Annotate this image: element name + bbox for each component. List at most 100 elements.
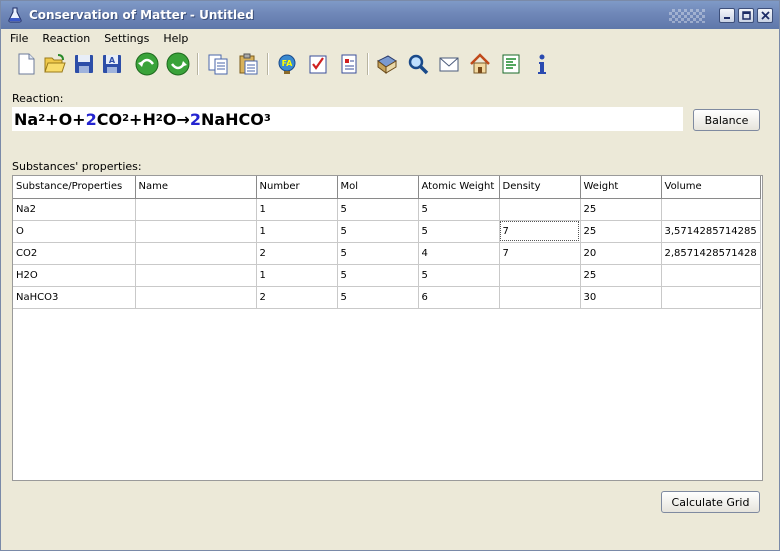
table-row: O 1 5 5 7 25 3,5714285714285 bbox=[13, 220, 761, 243]
undo-icon[interactable] bbox=[134, 51, 160, 77]
calculate-grid-button[interactable]: Calculate Grid bbox=[661, 491, 760, 513]
table-cell[interactable]: 5 bbox=[418, 264, 500, 287]
toolbar-separator bbox=[367, 53, 369, 75]
substances-grid[interactable]: Substance/Properties Name Number Mol Atomic … bbox=[12, 175, 763, 481]
column-header[interactable]: Name bbox=[135, 176, 257, 199]
reaction-equation-field[interactable]: Na 2 +O+ 2 CO 2 +H 2 O → 2 NaHCO 3 bbox=[12, 107, 683, 131]
column-header[interactable]: Substance/Properties bbox=[13, 176, 136, 199]
table-cell[interactable]: Na2 bbox=[13, 198, 136, 221]
formula-text: Na bbox=[14, 109, 39, 129]
paste-icon[interactable] bbox=[235, 51, 261, 77]
table-cell[interactable] bbox=[499, 264, 581, 287]
table-cell[interactable]: 7 bbox=[499, 220, 581, 243]
table-cell[interactable]: 2,8571428571428 bbox=[661, 242, 761, 265]
table-cell[interactable]: 6 bbox=[418, 286, 500, 309]
notes-icon[interactable] bbox=[498, 51, 524, 77]
minimize-button[interactable] bbox=[719, 8, 735, 23]
home-icon[interactable] bbox=[467, 51, 493, 77]
column-header[interactable]: Mol bbox=[337, 176, 419, 199]
column-header[interactable]: Number bbox=[256, 176, 338, 199]
table-cell[interactable]: 20 bbox=[580, 242, 662, 265]
search-icon[interactable] bbox=[405, 51, 431, 77]
save-icon[interactable] bbox=[71, 51, 97, 77]
properties-table: Substance/Properties Name Number Mol Atomic … bbox=[13, 176, 761, 309]
checklist-icon[interactable] bbox=[305, 51, 331, 77]
table-cell[interactable] bbox=[135, 242, 257, 265]
close-button[interactable] bbox=[757, 8, 773, 23]
minimize-icon bbox=[724, 16, 730, 19]
new-file-icon[interactable] bbox=[13, 51, 39, 77]
title-bar[interactable]: Conservation of Matter - Untitled bbox=[1, 1, 779, 29]
menu-settings[interactable]: Settings bbox=[99, 32, 154, 45]
formula-text: → bbox=[176, 109, 190, 129]
table-cell[interactable]: 1 bbox=[256, 264, 338, 287]
table-cell[interactable] bbox=[499, 198, 581, 221]
table-cell[interactable]: O bbox=[13, 220, 136, 243]
open-folder-icon[interactable] bbox=[42, 51, 68, 77]
table-cell[interactable]: 1 bbox=[256, 220, 338, 243]
table-cell[interactable]: 5 bbox=[337, 286, 419, 309]
formula-text: +H bbox=[129, 109, 156, 129]
formula-text: O bbox=[162, 109, 177, 129]
table-cell[interactable] bbox=[661, 264, 761, 287]
save-as-icon[interactable]: A bbox=[99, 51, 125, 77]
coefficient: 2 bbox=[189, 109, 201, 129]
table-cell[interactable]: 5 bbox=[337, 264, 419, 287]
maximize-button[interactable] bbox=[738, 8, 754, 23]
menu-help[interactable]: Help bbox=[158, 32, 193, 45]
table-cell[interactable] bbox=[135, 198, 257, 221]
svg-text:A: A bbox=[109, 56, 116, 65]
table-cell[interactable]: 5 bbox=[418, 220, 500, 243]
table-cell[interactable]: NaHCO3 bbox=[13, 286, 136, 309]
table-row: CO2 2 5 4 7 20 2,8571428571428 bbox=[13, 242, 761, 265]
table-row: H2O 1 5 5 25 bbox=[13, 264, 761, 287]
table-cell[interactable] bbox=[135, 286, 257, 309]
report-icon[interactable] bbox=[336, 51, 362, 77]
column-header[interactable]: Volume bbox=[661, 176, 761, 199]
redo-icon[interactable] bbox=[165, 51, 191, 77]
table-cell[interactable] bbox=[135, 220, 257, 243]
info-icon[interactable] bbox=[529, 51, 555, 77]
table-cell[interactable]: 30 bbox=[580, 286, 662, 309]
svg-text:FA: FA bbox=[282, 59, 294, 68]
column-header[interactable]: Weight bbox=[580, 176, 662, 199]
table-cell[interactable]: 25 bbox=[580, 198, 662, 221]
table-row: NaHCO3 2 5 6 30 bbox=[13, 286, 761, 309]
table-cell[interactable]: H2O bbox=[13, 264, 136, 287]
table-cell[interactable] bbox=[661, 286, 761, 309]
menu-file[interactable]: File bbox=[5, 32, 33, 45]
table-cell[interactable]: 2 bbox=[256, 242, 338, 265]
toolbar: A FA bbox=[11, 49, 571, 79]
table-cell[interactable]: 2 bbox=[256, 286, 338, 309]
table-cell[interactable] bbox=[499, 286, 581, 309]
table-cell[interactable]: 5 bbox=[337, 198, 419, 221]
table-cell[interactable] bbox=[661, 198, 761, 221]
table-cell[interactable] bbox=[135, 264, 257, 287]
toolbar-separator bbox=[197, 53, 199, 75]
table-cell[interactable]: 1 bbox=[256, 198, 338, 221]
atom-icon[interactable]: FA bbox=[274, 51, 300, 77]
table-cell[interactable]: CO2 bbox=[13, 242, 136, 265]
mail-icon[interactable] bbox=[436, 51, 462, 77]
coefficient: 2 bbox=[85, 109, 97, 129]
column-header[interactable]: Atomic Weight bbox=[418, 176, 500, 199]
table-cell[interactable]: 3,5714285714285 bbox=[661, 220, 761, 243]
table-cell[interactable]: 5 bbox=[418, 198, 500, 221]
menu-reaction[interactable]: Reaction bbox=[37, 32, 95, 45]
menu-bar: File Reaction Settings Help bbox=[1, 29, 779, 47]
table-cell[interactable]: 25 bbox=[580, 264, 662, 287]
formula-text: CO bbox=[96, 109, 123, 129]
book-icon[interactable] bbox=[374, 51, 400, 77]
balance-button[interactable]: Balance bbox=[693, 109, 760, 131]
table-cell[interactable]: 4 bbox=[418, 242, 500, 265]
table-header-row: Substance/Properties Name Number Mol Atomic … bbox=[13, 176, 761, 199]
table-cell[interactable]: 25 bbox=[580, 220, 662, 243]
table-cell[interactable]: 7 bbox=[499, 242, 581, 265]
table-cell[interactable]: 5 bbox=[337, 242, 419, 265]
copy-icon[interactable] bbox=[205, 51, 231, 77]
formula-text: +O+ bbox=[45, 109, 86, 129]
table-cell[interactable]: 5 bbox=[337, 220, 419, 243]
toolbar-separator bbox=[267, 53, 269, 75]
flask-icon bbox=[7, 7, 23, 23]
column-header[interactable]: Density bbox=[499, 176, 581, 199]
